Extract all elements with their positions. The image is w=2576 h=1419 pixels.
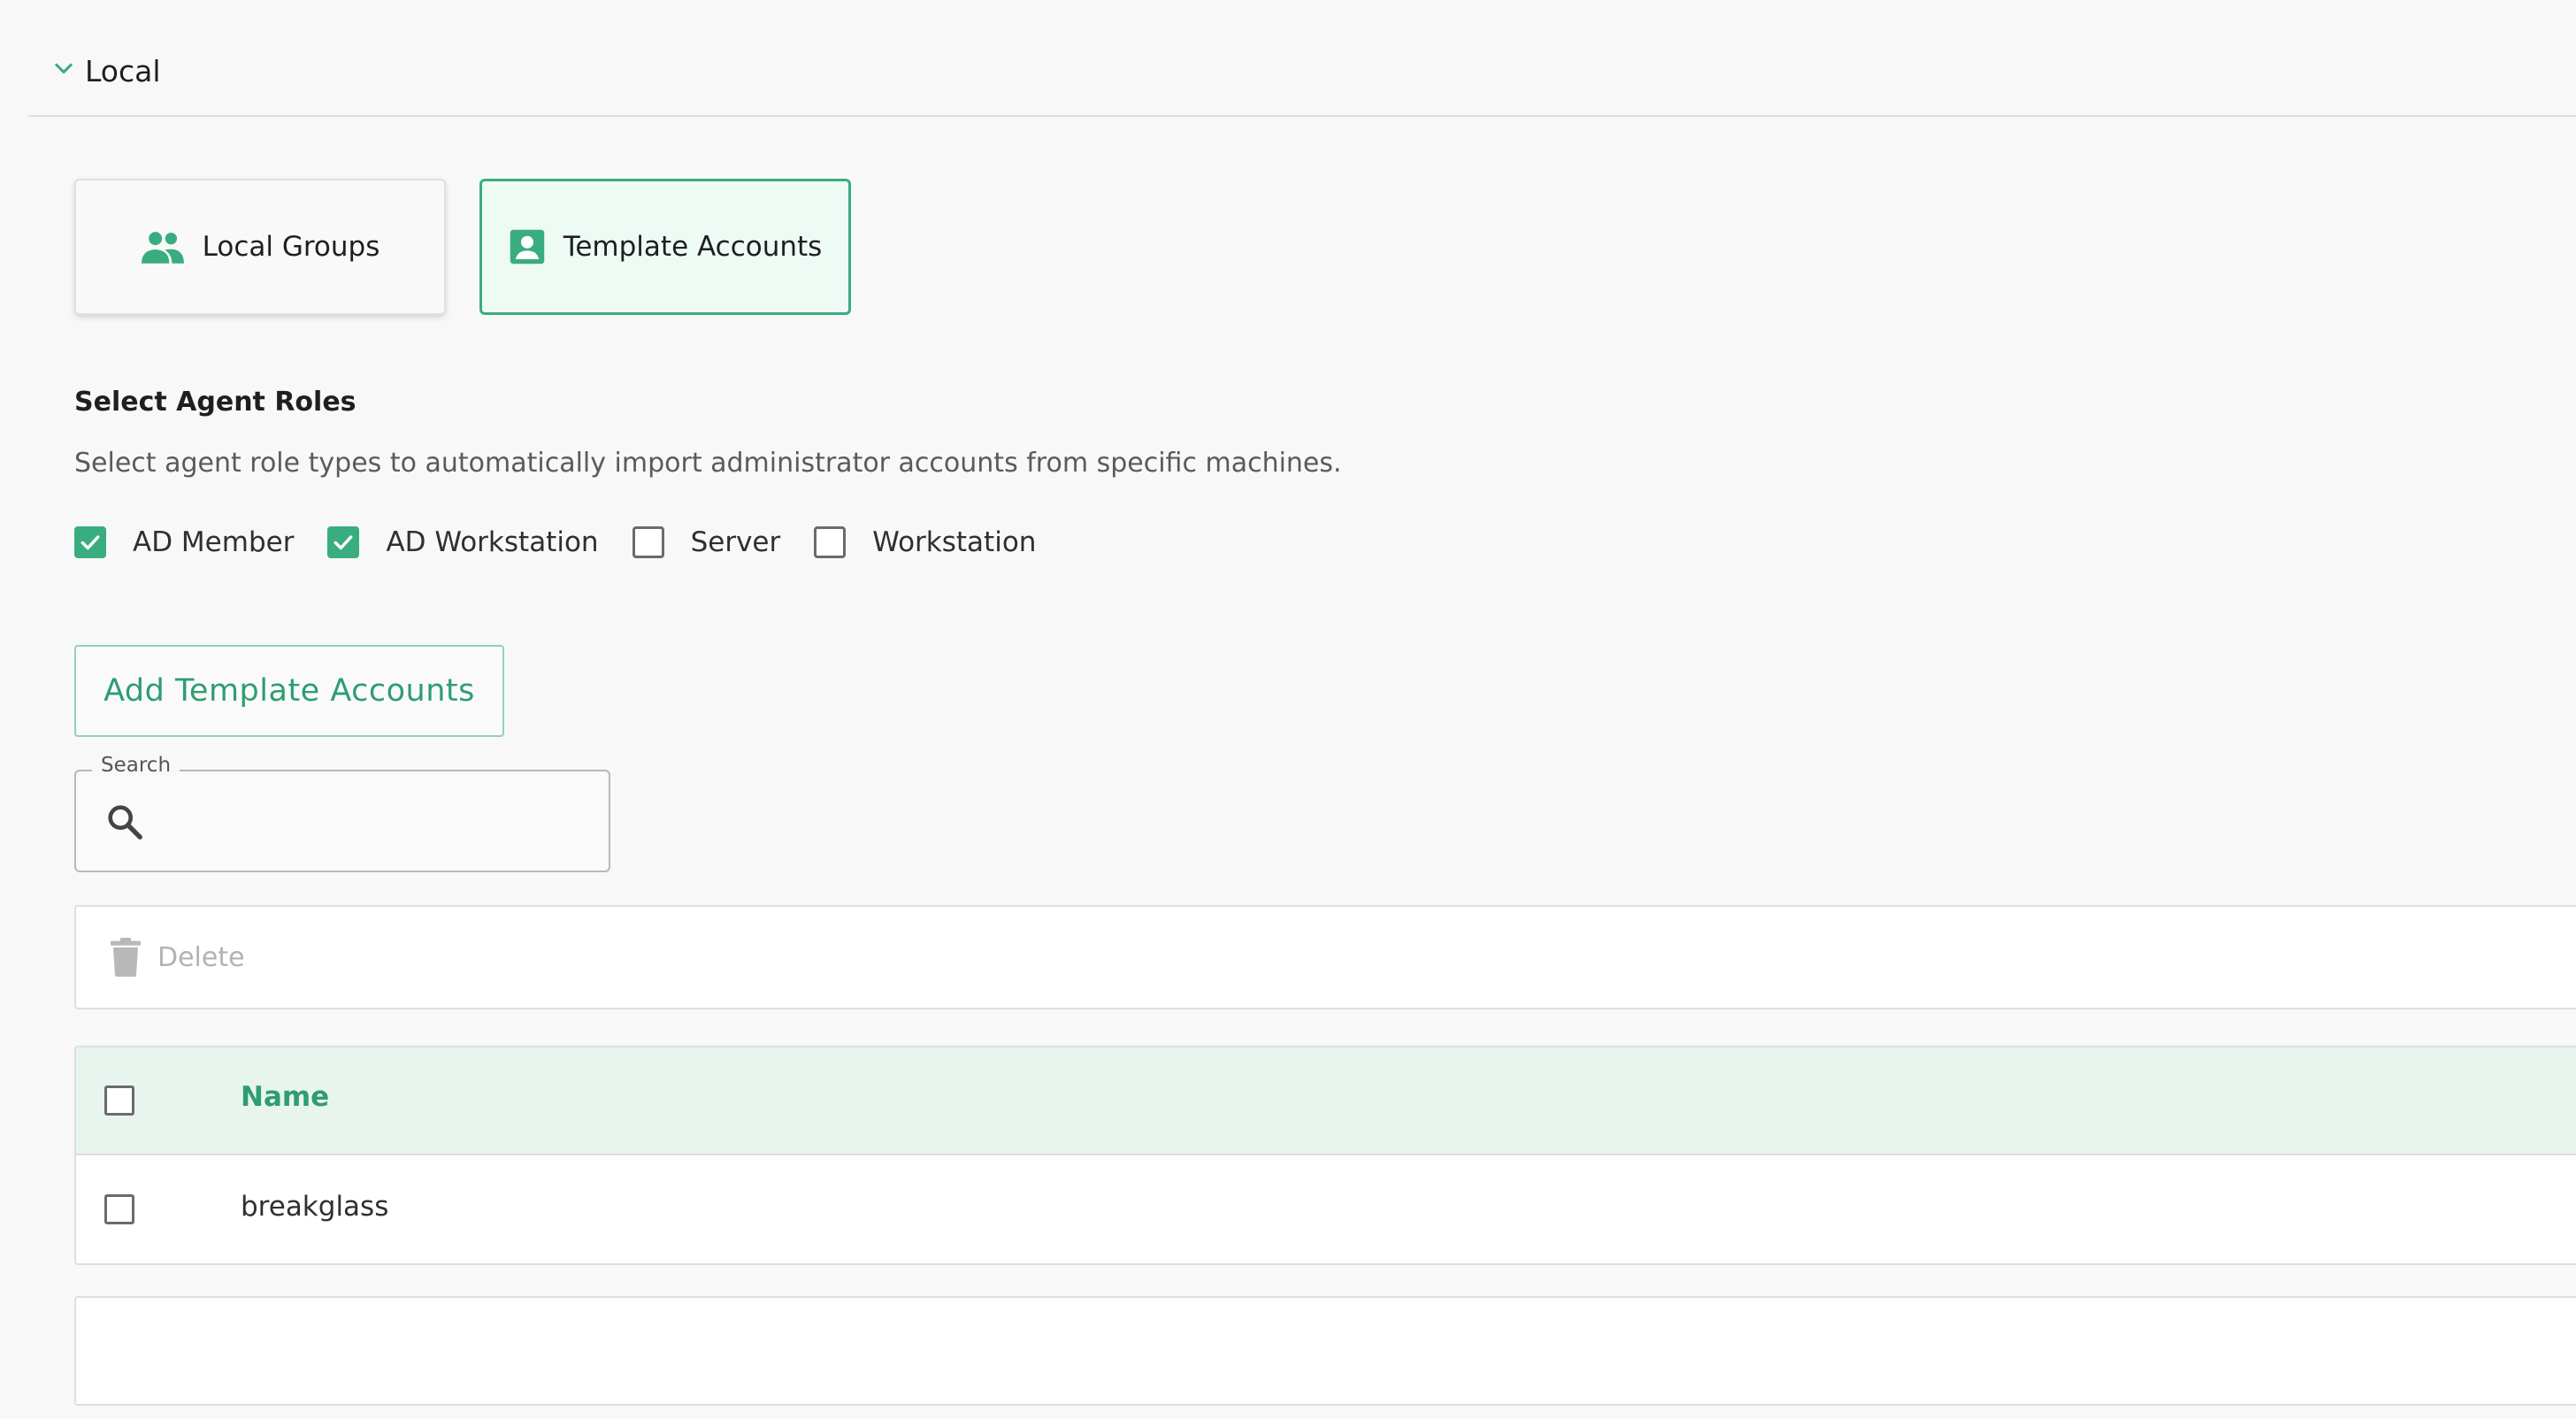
delete-button[interactable]: Delete [110,936,245,978]
table-header: Name [76,1047,2576,1155]
role-label-workstation: Workstation [872,526,1037,558]
role-option-ad-workstation[interactable]: AD Workstation [327,526,599,558]
search-input[interactable] [165,787,593,856]
agent-role-checkboxes: AD Member AD Workstation Server Workstat… [74,524,1070,561]
group-icon [141,232,184,264]
role-label-server: Server [690,526,781,558]
role-option-server[interactable]: Server [632,526,781,558]
agent-roles-description: Select agent role types to automatically… [74,448,1342,479]
agent-roles-title: Select Agent Roles [74,387,356,418]
delete-label: Delete [157,941,245,973]
account-box-icon [510,229,544,265]
row-checkbox[interactable] [104,1194,134,1224]
search-icon [108,805,142,840]
role-label-ad-workstation: AD Workstation [386,526,599,558]
role-label-ad-member: AD Member [133,526,295,558]
check-icon [334,535,353,550]
table-row[interactable]: breakglass [76,1155,2576,1263]
checkbox-ad-member[interactable] [74,526,106,558]
table-toolbar [74,905,2576,1009]
checkbox-ad-workstation[interactable] [327,526,360,558]
section-title: Local [85,54,161,88]
checkbox-server[interactable] [632,526,664,558]
role-option-ad-member[interactable]: AD Member [74,526,294,558]
check-icon [80,535,100,550]
add-template-accounts-button[interactable]: Add Template Accounts [74,645,504,737]
local-section-header[interactable]: Local [28,30,2576,117]
template-accounts-card[interactable]: Template Accounts [479,179,851,315]
role-option-workstation[interactable]: Workstation [814,526,1036,558]
row-name: breakglass [241,1191,389,1223]
template-accounts-label: Template Accounts [563,231,823,263]
column-header-name[interactable]: Name [241,1081,329,1113]
chevron-down-icon [55,63,73,74]
select-all-checkbox[interactable] [104,1085,134,1116]
table-footer-panel [74,1296,2576,1406]
checkbox-workstation[interactable] [814,526,847,558]
local-groups-card[interactable]: Local Groups [74,179,446,315]
template-accounts-table: Name breakglass [74,1046,2576,1265]
search-label: Search [92,754,180,777]
trash-icon [111,938,141,977]
local-groups-label: Local Groups [202,231,380,263]
